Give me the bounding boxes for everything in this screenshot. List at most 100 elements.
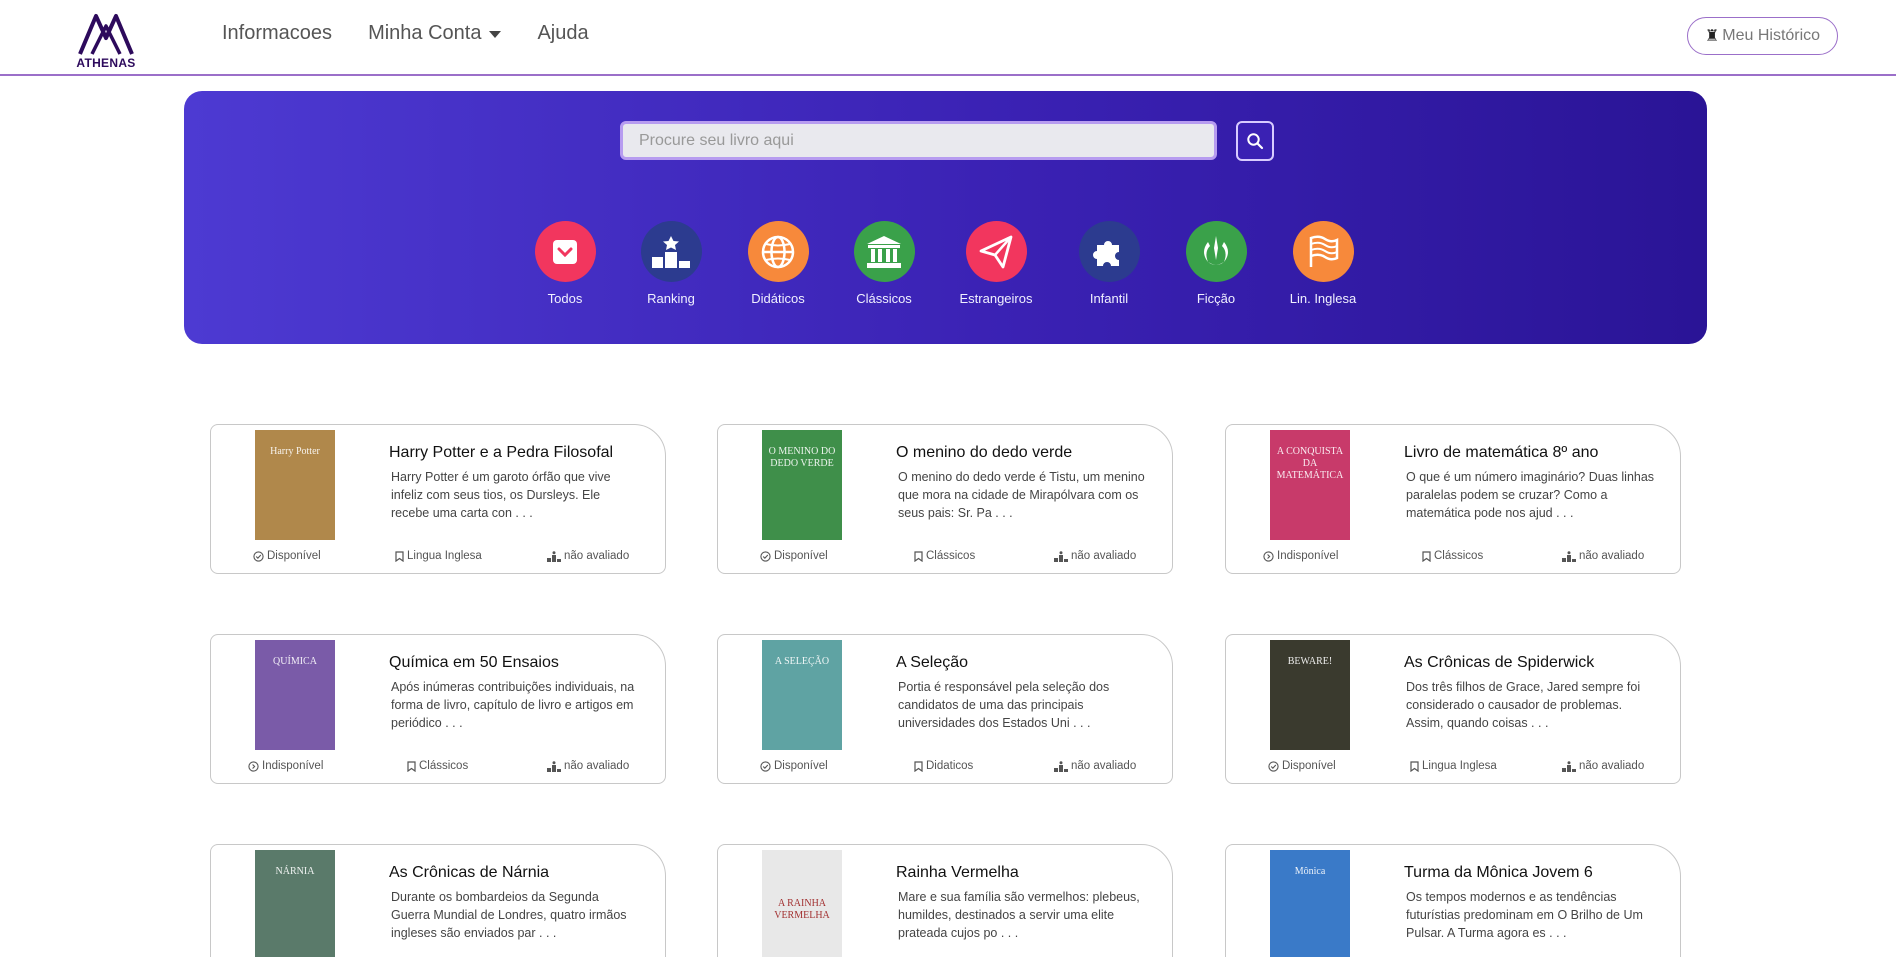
book-card-footer: Indisponível Clássicos não avaliado bbox=[211, 760, 665, 778]
book-title[interactable]: Turma da Mônica Jovem 6 bbox=[1404, 864, 1593, 882]
nav-links: Informacoes Minha Conta Ajuda bbox=[222, 22, 625, 45]
nav-minha-conta-label: Minha Conta bbox=[368, 22, 482, 44]
book-cover-title: QUÍMICA bbox=[273, 656, 317, 667]
category-infantil[interactable]: Infantil bbox=[1054, 221, 1164, 306]
book-rating-label: não avaliado bbox=[1071, 760, 1137, 772]
book-category: Clássicos bbox=[407, 760, 468, 772]
category-didaticos-circle bbox=[747, 221, 809, 282]
book-category: Didaticos bbox=[914, 760, 973, 772]
podium-small-icon bbox=[1562, 550, 1576, 562]
book-status: Disponível bbox=[1268, 760, 1336, 772]
category-infantil-circle bbox=[1078, 221, 1140, 282]
chess-rook-icon: ♜ bbox=[1704, 28, 1720, 45]
book-rating-label: não avaliado bbox=[1579, 760, 1645, 772]
book-cover-title: A RAINHA VERMELHA bbox=[774, 898, 830, 921]
book-card[interactable]: Mônica Turma da Mônica Jovem 6 Os tempos m… bbox=[1225, 844, 1681, 957]
category-ficcao[interactable]: Ficção bbox=[1161, 221, 1271, 306]
top-navbar: ATHENAS Informacoes Minha Conta Ajuda ♜ … bbox=[0, 0, 1896, 76]
book-cover-image[interactable]: A RAINHA VERMELHA bbox=[762, 850, 842, 957]
book-cover-title: Mônica bbox=[1294, 866, 1326, 877]
book-card[interactable]: O MENINO DO DEDO VERDE O menino do dedo v… bbox=[717, 424, 1173, 574]
brand-name: ATHENAS bbox=[76, 56, 136, 70]
nav-informacoes-label: Informacoes bbox=[222, 22, 333, 44]
book-card[interactable]: A CONQUISTA DA MATEMÁTICA Livro de matemá… bbox=[1225, 424, 1681, 574]
nav-informacoes[interactable]: Informacoes bbox=[222, 22, 332, 45]
bookmark-icon bbox=[914, 550, 923, 562]
book-category-label: Lingua Inglesa bbox=[1422, 760, 1497, 772]
search-input[interactable] bbox=[620, 121, 1217, 160]
globe-icon bbox=[761, 235, 795, 268]
bank-icon bbox=[867, 235, 901, 268]
category-estrangeiros[interactable]: Estrangeiros bbox=[941, 221, 1051, 306]
book-rating: não avaliado bbox=[1054, 760, 1136, 772]
book-cover-image[interactable]: O MENINO DO DEDO VERDE bbox=[762, 430, 842, 540]
category-classicos-circle bbox=[853, 221, 915, 282]
book-description: Os tempos modernos e as tendências futur… bbox=[1406, 890, 1643, 940]
category-ficcao-label: Ficção bbox=[1196, 291, 1236, 306]
category-lin-inglesa[interactable]: Lin. Inglesa bbox=[1268, 221, 1378, 306]
book-rating: não avaliado bbox=[1562, 550, 1644, 562]
book-card[interactable]: BEWARE! As Crônicas de Spiderwick Dos três… bbox=[1225, 634, 1681, 784]
paper-plane-icon bbox=[979, 235, 1013, 268]
book-card[interactable]: A RAINHA VERMELHA Rainha Vermelha Mare e s… bbox=[717, 844, 1173, 957]
book-status-label: Indisponível bbox=[262, 760, 324, 772]
category-ficcao-circle bbox=[1185, 221, 1247, 282]
book-title[interactable]: Química em 50 Ensaios bbox=[389, 654, 559, 672]
book-description: Portia é responsável pela seleção dos ca… bbox=[898, 680, 1110, 730]
book-cover-image[interactable]: Harry Potter bbox=[255, 430, 335, 540]
book-title[interactable]: As Crônicas de Nárnia bbox=[389, 864, 549, 882]
book-title[interactable]: Rainha Vermelha bbox=[896, 864, 1019, 882]
search-button[interactable] bbox=[1236, 121, 1274, 161]
book-cover-image[interactable]: Mônica bbox=[1270, 850, 1350, 957]
book-card[interactable]: NÁRNIA As Crônicas de Nárnia Durante os bo… bbox=[210, 844, 666, 957]
book-cover-image[interactable]: NÁRNIA bbox=[255, 850, 335, 957]
book-title[interactable]: O menino do dedo verde bbox=[896, 444, 1072, 462]
history-button[interactable]: ♜ Meu Histórico bbox=[1687, 17, 1838, 55]
book-category-label: Didaticos bbox=[926, 760, 974, 772]
book-title[interactable]: Livro de matemática 8º ano bbox=[1404, 444, 1598, 462]
book-rating: não avaliado bbox=[1562, 760, 1644, 772]
check-circle-icon bbox=[760, 760, 771, 772]
athenas-logo-mark-icon bbox=[78, 14, 134, 55]
book-category: Clássicos bbox=[914, 550, 975, 562]
book-card-footer: Disponível Lingua Inglesa não avaliado bbox=[211, 550, 665, 568]
book-card-footer: Disponível Lingua Inglesa não avaliado bbox=[1226, 760, 1680, 778]
category-list: Todos Ranking Didáticos Clássicos Estran… bbox=[184, 221, 1707, 321]
book-description: Após inúmeras contribuições individuais,… bbox=[391, 680, 635, 730]
arrow-circle-icon bbox=[248, 760, 259, 772]
category-ranking-label: Ranking bbox=[647, 291, 695, 306]
category-lin-inglesa-label: Lin. Inglesa bbox=[1289, 291, 1357, 306]
book-rating: não avaliado bbox=[1054, 550, 1136, 562]
book-rating: não avaliado bbox=[547, 760, 629, 772]
category-todos[interactable]: Todos bbox=[510, 221, 620, 306]
book-cover-image[interactable]: A CONQUISTA DA MATEMÁTICA bbox=[1270, 430, 1350, 540]
book-card[interactable]: QUÍMICA Química em 50 Ensaios Após inúmera… bbox=[210, 634, 666, 784]
category-ranking[interactable]: Ranking bbox=[616, 221, 726, 306]
book-description: Durante os bombardeios da Segunda Guerra… bbox=[391, 890, 627, 940]
book-status-label: Disponível bbox=[774, 760, 828, 772]
bookmark-icon bbox=[1410, 760, 1419, 772]
book-cover-image[interactable]: A SELEÇÃO bbox=[762, 640, 842, 750]
bookmark-icon bbox=[407, 760, 416, 772]
book-rating-label: não avaliado bbox=[1579, 550, 1645, 562]
book-status-label: Disponível bbox=[1282, 760, 1336, 772]
category-todos-label: Todos bbox=[547, 291, 583, 306]
nav-ajuda[interactable]: Ajuda bbox=[537, 22, 588, 45]
book-cover-image[interactable]: BEWARE! bbox=[1270, 640, 1350, 750]
book-card[interactable]: A SELEÇÃO A Seleção Portia é responsável p… bbox=[717, 634, 1173, 784]
podium-small-icon bbox=[1054, 760, 1068, 772]
book-cover-image[interactable]: QUÍMICA bbox=[255, 640, 335, 750]
nav-minha-conta-dropdown[interactable]: Minha Conta bbox=[368, 22, 502, 45]
book-description: Mare e sua família são vermelhos: plebeu… bbox=[898, 890, 1140, 940]
category-classicos-label: Clássicos bbox=[856, 291, 912, 306]
category-didaticos[interactable]: Didáticos bbox=[723, 221, 833, 306]
athenas-logo[interactable]: ATHENAS bbox=[70, 12, 142, 70]
category-classicos[interactable]: Clássicos bbox=[829, 221, 939, 306]
book-card[interactable]: Harry Potter Harry Potter e a Pedra Filos… bbox=[210, 424, 666, 574]
book-title[interactable]: As Crônicas de Spiderwick bbox=[1404, 654, 1594, 672]
book-title[interactable]: A Seleção bbox=[896, 654, 968, 672]
book-category-label: Clássicos bbox=[1434, 550, 1484, 562]
jedi-icon bbox=[1204, 235, 1228, 265]
book-title[interactable]: Harry Potter e a Pedra Filosofal bbox=[389, 444, 613, 462]
book-description: Harry Potter é um garoto órfão que vive … bbox=[391, 470, 611, 520]
